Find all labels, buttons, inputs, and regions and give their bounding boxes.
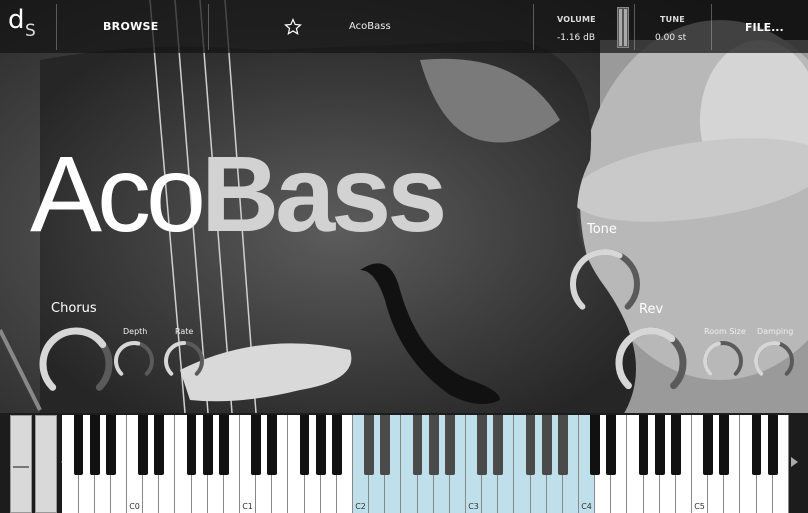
mod-wheel[interactable] [35, 415, 57, 513]
preset-name[interactable]: AcoBass [349, 21, 391, 32]
piano-black-key[interactable] [525, 415, 536, 475]
chorus-label: Chorus [51, 301, 97, 316]
octave-label: C2 [355, 502, 366, 511]
title-part-aco: Aco [30, 133, 206, 254]
octave-label: C1 [242, 502, 253, 511]
rate-label: Rate [175, 327, 194, 336]
knob-value-arc [114, 341, 141, 376]
piano-black-key[interactable] [671, 415, 681, 475]
divider [56, 4, 57, 50]
octave-label: C3 [468, 502, 479, 511]
volume-value[interactable]: -1.16 dB [557, 33, 595, 43]
piano-black-key[interactable] [493, 415, 504, 475]
piano-black-key[interactable] [541, 415, 552, 475]
depth-label: Depth [123, 327, 148, 336]
octave-label: C0 [129, 502, 140, 511]
piano-black-key[interactable] [315, 415, 326, 475]
divider [634, 4, 635, 50]
piano-black-key[interactable] [445, 415, 455, 475]
pitch-wheel[interactable] [10, 415, 32, 513]
piano-black-key[interactable] [364, 415, 374, 475]
piano-black-key[interactable] [251, 415, 261, 475]
piano-black-key[interactable] [703, 415, 713, 475]
piano-black-key[interactable] [154, 415, 165, 475]
knob-value-arc [754, 341, 781, 376]
piano-black-key[interactable] [477, 415, 487, 475]
piano-black-key[interactable] [590, 415, 600, 475]
knob-value-arc [570, 249, 623, 310]
divider [208, 4, 209, 50]
top-bar: d S BROWSE AcoBass VOLUME -1.16 dB TUNE … [0, 0, 808, 53]
favorite-star-icon[interactable] [284, 18, 302, 36]
piano-black-key[interactable] [606, 415, 617, 475]
octave-up-arrow-icon[interactable] [791, 457, 798, 467]
room-size-knob[interactable] [702, 340, 744, 382]
tune-value[interactable]: 0.00 st [655, 33, 686, 43]
knob-value-arc [164, 341, 186, 376]
piano-black-key[interactable] [89, 415, 100, 475]
knob-value-arc [703, 341, 721, 376]
piano-black-key[interactable] [719, 415, 730, 475]
piano-keyboard: C0 C1 C2 C3 C4 C5 [0, 413, 808, 513]
knob-value-arc [615, 327, 676, 390]
logo-letter-s: S [25, 21, 36, 41]
piano-black-key[interactable] [654, 415, 665, 475]
piano-black-key[interactable] [332, 415, 342, 475]
rev-label: Rev [639, 302, 664, 317]
rev-knob[interactable] [615, 327, 687, 399]
app-logo[interactable]: d S [8, 5, 48, 43]
piano-black-key[interactable] [428, 415, 439, 475]
piano-black-key[interactable] [412, 415, 423, 475]
piano-black-key[interactable] [638, 415, 649, 475]
piano-black-key[interactable] [202, 415, 213, 475]
keys-area: C0 C1 C2 C3 C4 C5 [62, 415, 789, 513]
piano-black-key[interactable] [138, 415, 148, 475]
room-size-label: Room Size [704, 327, 746, 336]
file-menu-button[interactable]: FILE... [745, 21, 784, 34]
tone-knob[interactable] [569, 248, 641, 320]
logo-letter-d: d [8, 5, 25, 35]
piano-black-key[interactable] [106, 415, 116, 475]
knob-value-arc [39, 327, 107, 391]
piano-black-key[interactable] [219, 415, 229, 475]
tone-label: Tone [587, 222, 617, 237]
octave-label: C4 [581, 502, 592, 511]
title-part-bass: Bass [201, 133, 447, 254]
browse-button[interactable]: BROWSE [103, 20, 159, 33]
piano-black-key[interactable] [558, 415, 568, 475]
level-meter [617, 7, 629, 48]
octave-label: C5 [694, 502, 705, 511]
piano-black-key[interactable] [186, 415, 197, 475]
volume-label: VOLUME [557, 15, 596, 24]
piano-black-key[interactable] [767, 415, 778, 475]
rate-knob[interactable] [163, 340, 205, 382]
damping-label: Damping [757, 327, 794, 336]
instrument-title: AcoBass [30, 140, 447, 248]
depth-knob[interactable] [113, 340, 155, 382]
piano-black-key[interactable] [73, 415, 84, 475]
piano-black-key[interactable] [751, 415, 762, 475]
piano-black-key[interactable] [380, 415, 391, 475]
chorus-knob[interactable] [39, 327, 113, 401]
piano-black-key[interactable] [299, 415, 310, 475]
tune-label: TUNE [660, 15, 685, 24]
divider [711, 4, 712, 50]
piano-black-key[interactable] [267, 415, 278, 475]
damping-knob[interactable] [753, 340, 795, 382]
divider [533, 4, 534, 50]
